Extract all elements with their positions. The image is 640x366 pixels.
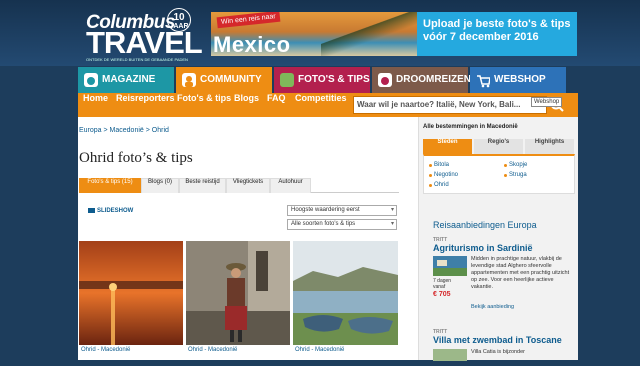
- anniversary-badge: 10 JAAR: [167, 8, 191, 32]
- main-nav: MAGAZINE COMMUNITY FOTO'S & TIPS DROOMRE…: [78, 67, 578, 93]
- filter-select[interactable]: Alle soorten foto's & tips ▾: [287, 219, 397, 230]
- tab-blogs[interactable]: Blogs (0): [141, 178, 179, 193]
- photo-thumbnail[interactable]: [79, 241, 183, 345]
- cart-icon: [476, 73, 491, 88]
- dreamtrip-icon: [378, 73, 392, 87]
- tab-beste-reistijd[interactable]: Beste reistijd: [179, 178, 226, 193]
- nav-tab-label: FOTO'S & TIPS: [298, 74, 370, 85]
- nav-tab-label: COMMUNITY: [200, 74, 262, 85]
- tab-regios[interactable]: Regio's: [474, 139, 523, 154]
- nav-tab-community[interactable]: COMMUNITY: [176, 67, 272, 93]
- logo-tagline: ONTDEK DE WERELD BUITEN DE GEBAANDE PADE…: [86, 57, 188, 62]
- deal-description: Villa Catia is bijzonder: [471, 349, 526, 355]
- page-title: Ohrid foto’s & tips: [79, 150, 193, 166]
- photo-caption[interactable]: Ohrid - Macedonië: [81, 347, 130, 353]
- city-list: Bitola Negotino Ohrid Skopje Struga: [423, 154, 575, 194]
- header-bar: Columbus TRAVEL ONTDEK DE WERELD BUITEN …: [0, 0, 640, 66]
- subnav-home[interactable]: Home: [83, 93, 108, 117]
- tab-fotos-tips[interactable]: Foto's & tips (15): [79, 178, 141, 193]
- sort-select[interactable]: Hoogste waardering eerst ▾: [287, 205, 397, 216]
- subnav-faq[interactable]: FAQ: [267, 93, 286, 117]
- nav-tab-magazine[interactable]: MAGAZINE: [78, 67, 174, 93]
- deal-duration: 7 dagen vanaf: [433, 278, 452, 290]
- deal-link[interactable]: Bekijk aanbieding: [471, 304, 514, 310]
- city-link-bitola[interactable]: Bitola: [429, 162, 449, 168]
- tab-steden[interactable]: Steden: [423, 139, 472, 154]
- travel-deal[interactable]: TRITT Agriturismo in Sardinië 7 dagen va…: [433, 237, 573, 317]
- destinations-heading: Alle bestemmingen in Macedonië: [423, 124, 518, 130]
- banner-destination: Mexico: [213, 32, 291, 56]
- content-tabs: Foto's & tips (15) Blogs (0) Beste reist…: [79, 178, 399, 193]
- badge-text: JAAR: [169, 23, 189, 30]
- deal-image: [433, 348, 467, 361]
- sidebar: Alle bestemmingen in Macedonië Steden Re…: [418, 117, 578, 361]
- nav-tab-label: DROOMREIZEN: [396, 74, 471, 85]
- subnav-blogs[interactable]: Blogs: [234, 93, 259, 117]
- nav-tab-webshop[interactable]: WEBSHOP: [470, 67, 566, 93]
- photo-thumbnail[interactable]: [186, 241, 290, 345]
- chevron-down-icon: ▾: [390, 221, 394, 227]
- search-input[interactable]: Waar wil je naartoe? Italië, New York, B…: [353, 96, 547, 114]
- photo-caption[interactable]: Ohrid - Macedonië: [295, 347, 344, 353]
- nav-tab-fotos-tips[interactable]: FOTO'S & TIPS: [274, 67, 370, 93]
- slideshow-link[interactable]: SLIDESHOW: [88, 208, 133, 214]
- breadcrumb[interactable]: Europa > Macedonië > Ohrid: [79, 127, 169, 134]
- subnav-fotos-tips[interactable]: Foto's & tips: [177, 93, 231, 117]
- deal-image: [433, 256, 467, 276]
- badge-number: 10: [173, 12, 185, 23]
- columbus-travel-logo[interactable]: Columbus TRAVEL ONTDEK DE WERELD BUITEN …: [80, 8, 203, 62]
- banner-cta-line2: vóór 7 december 2016: [423, 31, 539, 43]
- palm-tree-graphic: [321, 12, 417, 56]
- sub-nav-bar: Home Reisreporters Foto's & tips Blogs F…: [78, 93, 578, 117]
- city-link-negotino[interactable]: Negotino: [429, 172, 458, 178]
- banner-cta-line1: Upload je beste foto's & tips: [423, 18, 571, 30]
- chevron-down-icon: ▾: [390, 207, 394, 213]
- tab-autohuur[interactable]: Autohuur: [270, 178, 311, 193]
- webshop-tooltip: Webshop: [531, 97, 563, 107]
- filter-value: Alle soorten foto's & tips: [291, 221, 356, 227]
- destination-tabs: Steden Regio's Highlights: [423, 139, 575, 154]
- slideshow-label: SLIDESHOW: [97, 208, 134, 215]
- city-link-ohrid[interactable]: Ohrid: [429, 182, 449, 188]
- sort-value: Hoogste waardering eerst: [291, 207, 360, 213]
- nav-tab-droomreizen[interactable]: DROOMREIZEN: [372, 67, 471, 93]
- nav-tab-label: MAGAZINE: [102, 74, 156, 85]
- tab-vliegtickets[interactable]: Vliegtickets: [226, 178, 270, 193]
- city-link-skopje[interactable]: Skopje: [504, 162, 527, 168]
- travel-deal[interactable]: TRITT Villa met zwembad in Toscane Villa…: [433, 329, 573, 361]
- subnav-competities[interactable]: Competities: [295, 93, 347, 117]
- photo-thumbnail[interactable]: [293, 241, 398, 345]
- community-icon: [182, 73, 196, 87]
- deal-title[interactable]: Agriturismo in Sardinië: [433, 243, 573, 253]
- photo-caption[interactable]: Ohrid - Macedonië: [188, 347, 237, 353]
- subnav-reisreporters[interactable]: Reisreporters: [116, 93, 175, 117]
- deal-title[interactable]: Villa met zwembad in Toscane: [433, 335, 573, 345]
- banner-cta: Upload je beste foto's & tips vóór 7 dec…: [423, 18, 570, 44]
- deal-price: € 705: [433, 291, 451, 298]
- slideshow-icon: [88, 208, 95, 213]
- nav-tab-label: WEBSHOP: [494, 74, 546, 85]
- deal-description: Midden in prachtige natuur, vlakbij de l…: [471, 256, 570, 290]
- photo-icon: [280, 73, 294, 87]
- offers-heading: Reisaanbiedingen Europa: [433, 220, 537, 230]
- mexico-contest-banner[interactable]: Win een reis naar Mexico Upload je beste…: [211, 12, 577, 56]
- main-content: Europa > Macedonië > Ohrid Ohrid foto’s …: [78, 117, 418, 360]
- city-link-struga[interactable]: Struga: [504, 172, 527, 178]
- magazine-icon: [84, 73, 98, 87]
- tab-highlights[interactable]: Highlights: [525, 139, 574, 154]
